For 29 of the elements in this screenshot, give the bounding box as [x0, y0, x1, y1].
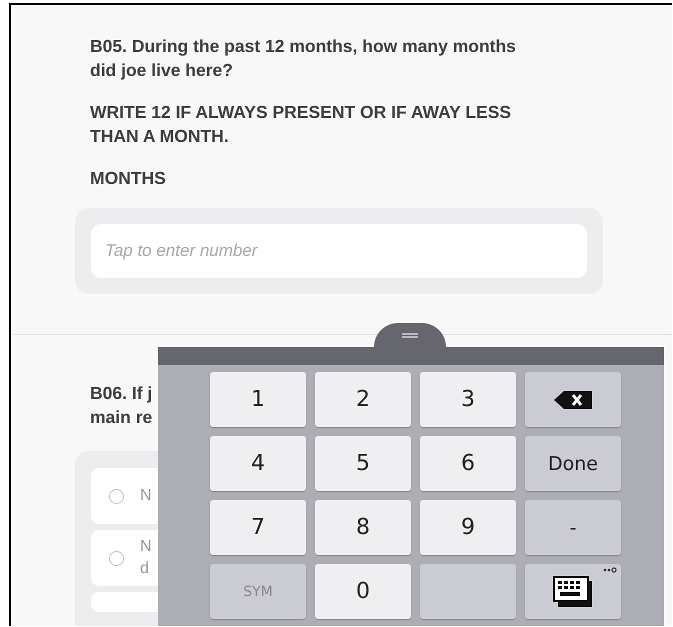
- number-input-field[interactable]: Tap to enter number: [91, 224, 587, 278]
- question-text: B05. During the past 12 months, how many months did joe live here?: [90, 35, 517, 82]
- digit-key[interactable]: 6: [420, 436, 516, 491]
- question-text: B06. If j: [90, 382, 152, 405]
- keyboard-handle[interactable]: [374, 323, 446, 347]
- action-key[interactable]: Done: [525, 436, 621, 491]
- action-key[interactable]: -: [525, 500, 621, 555]
- question-text: main re: [90, 406, 152, 429]
- backspace-icon: [554, 390, 592, 408]
- backspace-key[interactable]: [525, 372, 621, 427]
- digit-key[interactable]: 9: [420, 500, 516, 555]
- digit-key[interactable]: 1: [210, 372, 306, 427]
- question-text: MONTHS: [90, 167, 167, 190]
- digit-key[interactable]: 0: [315, 564, 411, 619]
- option-label: N d: [140, 537, 152, 579]
- settings-dots-icon: [603, 567, 617, 573]
- digit-key[interactable]: 3: [420, 372, 516, 427]
- option-label: N: [140, 486, 152, 506]
- radio-icon: [109, 488, 124, 504]
- digit-key[interactable]: 7: [210, 500, 306, 555]
- digit-key[interactable]: 2: [315, 372, 411, 427]
- question-text: WRITE 12 IF ALWAYS PRESENT OR IF AWAY LESS THAN A MONTH.: [90, 101, 512, 148]
- keyboard-icon: [553, 576, 593, 608]
- digit-key[interactable]: 8: [315, 500, 411, 555]
- grip-icon: [402, 332, 418, 338]
- keyboard-switch-key[interactable]: [525, 564, 621, 619]
- radio-icon: [109, 550, 124, 566]
- digit-key[interactable]: 5: [315, 436, 411, 491]
- digit-key[interactable]: 4: [210, 436, 306, 491]
